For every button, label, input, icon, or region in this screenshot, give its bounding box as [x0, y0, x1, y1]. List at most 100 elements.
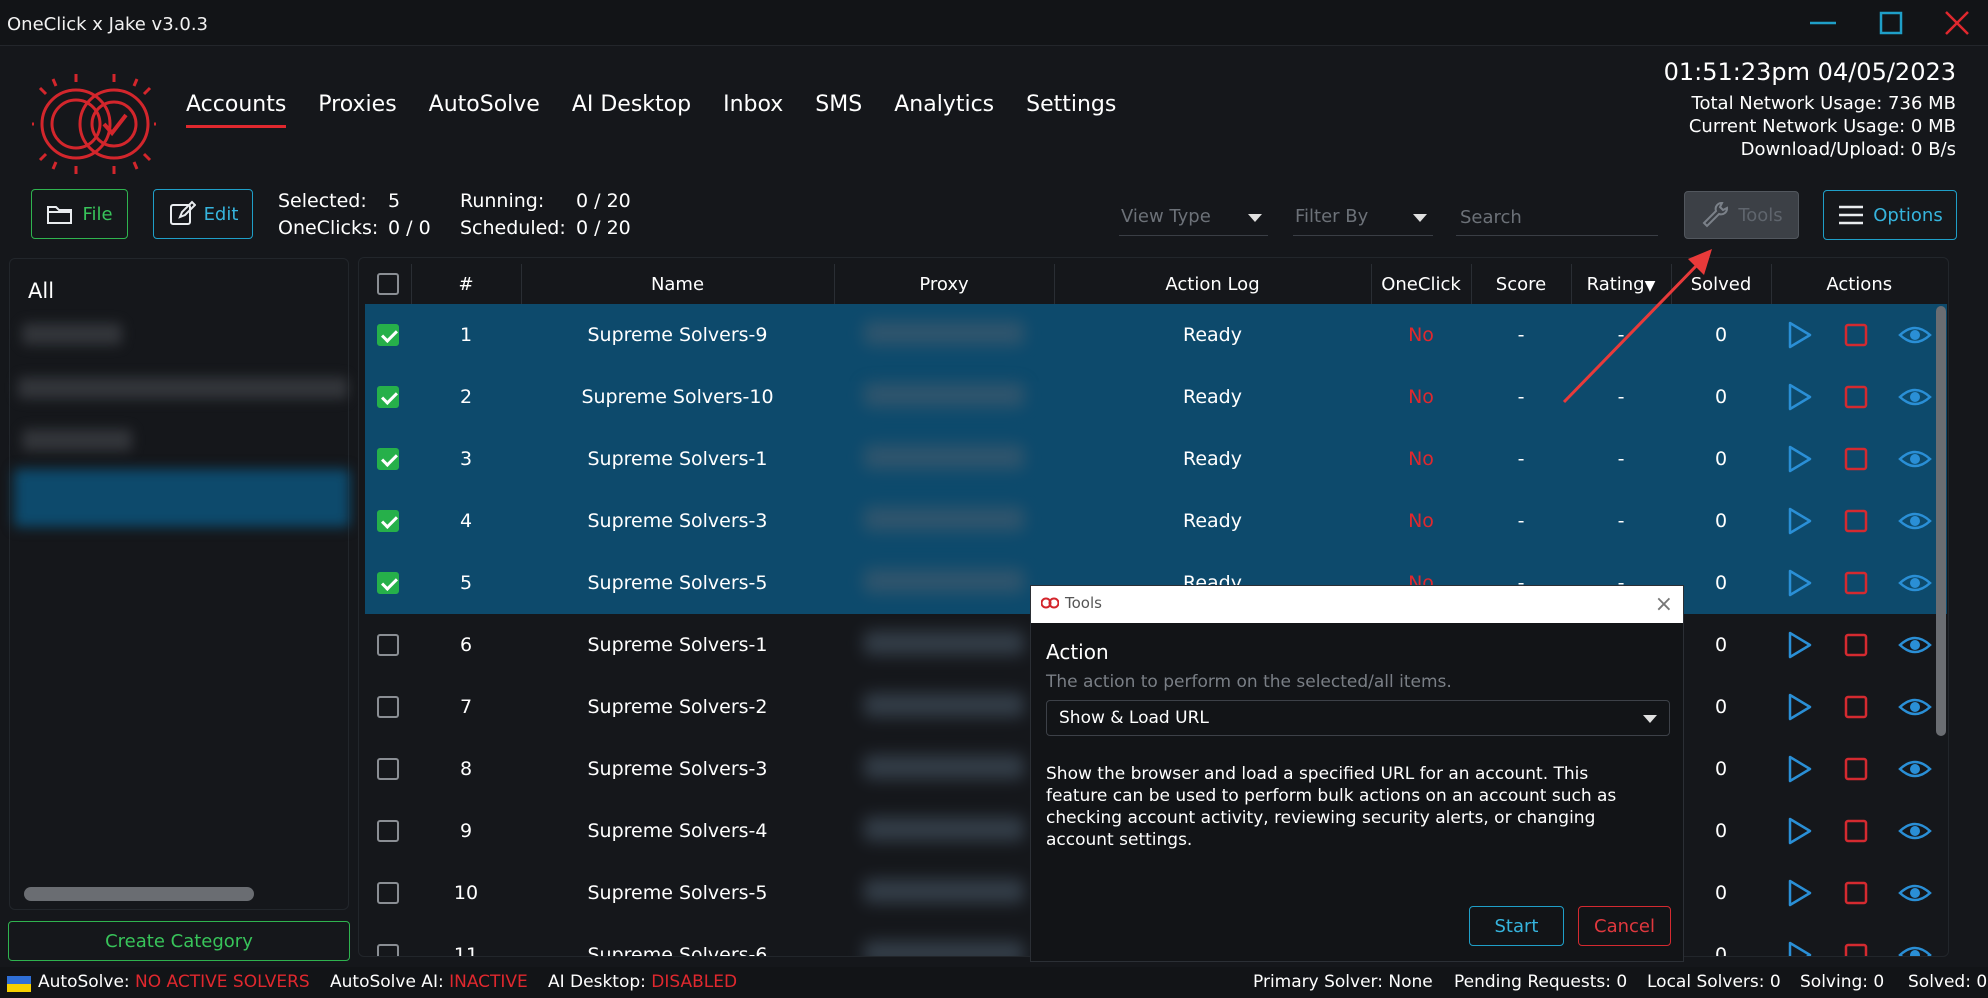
- row-checkbox[interactable]: [377, 696, 399, 718]
- column-header-solved[interactable]: Solved: [1671, 264, 1772, 304]
- nav-sms[interactable]: SMS: [815, 92, 862, 128]
- table-row[interactable]: 4 Supreme Solvers-3 Ready No - -0: [365, 490, 1947, 552]
- row-solved: 0: [1714, 758, 1728, 780]
- row-checkbox[interactable]: [377, 882, 399, 904]
- table-row[interactable]: 2 Supreme Solvers-10 Ready No - -0: [365, 366, 1947, 428]
- eye-icon[interactable]: [1898, 757, 1933, 781]
- stop-icon[interactable]: [1843, 694, 1869, 720]
- row-number: 9: [459, 820, 473, 842]
- ai-desktop-status: AI Desktop: DISABLED: [548, 972, 737, 992]
- nav-ai-desktop[interactable]: AI Desktop: [572, 92, 691, 128]
- row-select-cell: [365, 800, 411, 862]
- row-rating: -: [1571, 366, 1671, 428]
- play-icon[interactable]: [1786, 816, 1814, 846]
- play-icon[interactable]: [1786, 630, 1814, 660]
- stop-icon[interactable]: [1843, 756, 1869, 782]
- nav-autosolve[interactable]: AutoSolve: [429, 92, 540, 128]
- row-checkbox[interactable]: [377, 634, 399, 656]
- start-button[interactable]: Start: [1469, 906, 1564, 946]
- play-icon[interactable]: [1786, 382, 1814, 412]
- proxy-blurred: [864, 878, 1024, 903]
- play-icon[interactable]: [1786, 568, 1814, 598]
- row-checkbox[interactable]: [377, 448, 399, 470]
- cancel-button[interactable]: Cancel: [1578, 906, 1671, 946]
- row-select-cell: [365, 738, 411, 800]
- column-header-name[interactable]: Name: [521, 264, 835, 304]
- column-header-score[interactable]: Score: [1471, 264, 1572, 304]
- column-header-action-log[interactable]: Action Log: [1054, 264, 1372, 304]
- eye-icon[interactable]: [1898, 447, 1933, 471]
- eye-icon[interactable]: [1898, 943, 1933, 956]
- stop-icon[interactable]: [1843, 570, 1869, 596]
- play-icon[interactable]: [1786, 444, 1814, 474]
- view-type-dropdown[interactable]: View Type: [1119, 200, 1268, 236]
- table-scrollbar[interactable]: [1936, 306, 1946, 736]
- nav-inbox[interactable]: Inbox: [723, 92, 783, 128]
- app-logo: [30, 66, 158, 186]
- row-checkbox[interactable]: [377, 324, 399, 346]
- eye-icon[interactable]: [1898, 385, 1933, 409]
- play-icon[interactable]: [1786, 940, 1814, 956]
- row-checkbox[interactable]: [377, 386, 399, 408]
- category-item-blurred[interactable]: [18, 377, 348, 399]
- play-icon[interactable]: [1786, 692, 1814, 722]
- row-select-cell: [365, 676, 411, 738]
- play-icon[interactable]: [1786, 320, 1814, 350]
- eye-icon[interactable]: [1898, 571, 1933, 595]
- minimize-button[interactable]: [1808, 8, 1838, 38]
- row-checkbox[interactable]: [377, 944, 399, 956]
- search-input[interactable]: [1456, 200, 1658, 236]
- column-header-oneclick[interactable]: OneClick: [1371, 264, 1472, 304]
- stop-icon[interactable]: [1843, 942, 1869, 956]
- sidebar-scrollbar[interactable]: [24, 887, 254, 901]
- category-item-blurred[interactable]: [22, 429, 132, 451]
- eye-icon[interactable]: [1898, 633, 1933, 657]
- table-row[interactable]: 3 Supreme Solvers-1 Ready No - -0: [365, 428, 1947, 490]
- column-header-proxy[interactable]: Proxy: [834, 264, 1055, 304]
- category-item-blurred[interactable]: [22, 323, 122, 345]
- row-select-cell: [365, 552, 411, 614]
- category-item-selected[interactable]: [14, 469, 350, 527]
- play-icon[interactable]: [1786, 506, 1814, 536]
- stop-icon[interactable]: [1843, 384, 1869, 410]
- stop-icon[interactable]: [1843, 322, 1869, 348]
- eye-icon[interactable]: [1898, 323, 1933, 347]
- nav-analytics[interactable]: Analytics: [894, 92, 994, 128]
- nav-accounts[interactable]: Accounts: [186, 92, 287, 128]
- options-button[interactable]: Options: [1823, 190, 1957, 240]
- row-checkbox[interactable]: [377, 758, 399, 780]
- row-checkbox[interactable]: [377, 510, 399, 532]
- column-header-actions: Actions: [1826, 273, 1893, 295]
- category-all[interactable]: All: [28, 279, 54, 303]
- nav-settings[interactable]: Settings: [1026, 92, 1116, 128]
- dialog-close-icon[interactable]: ×: [1655, 592, 1673, 617]
- nav-proxies[interactable]: Proxies: [318, 92, 396, 128]
- stop-icon[interactable]: [1843, 880, 1869, 906]
- column-header-number[interactable]: #: [411, 264, 522, 304]
- close-button[interactable]: [1942, 8, 1972, 38]
- play-icon[interactable]: [1786, 754, 1814, 784]
- file-button[interactable]: File: [31, 189, 128, 239]
- row-number: 1: [411, 304, 521, 366]
- play-icon[interactable]: [1786, 878, 1814, 908]
- eye-icon[interactable]: [1898, 695, 1933, 719]
- row-checkbox[interactable]: [377, 820, 399, 842]
- table-row[interactable]: 1 Supreme Solvers-9 Ready No - -0: [365, 304, 1947, 366]
- stop-icon[interactable]: [1843, 446, 1869, 472]
- eye-icon[interactable]: [1898, 509, 1933, 533]
- column-header-rating[interactable]: Rating▼: [1571, 264, 1672, 304]
- tools-button[interactable]: Tools: [1684, 191, 1799, 239]
- maximize-button[interactable]: [1876, 8, 1906, 38]
- action-select[interactable]: Show & Load URL: [1046, 700, 1670, 736]
- stop-icon[interactable]: [1843, 818, 1869, 844]
- select-all-checkbox[interactable]: [376, 273, 399, 295]
- row-checkbox[interactable]: [377, 572, 399, 594]
- eye-icon[interactable]: [1898, 819, 1933, 843]
- stop-icon[interactable]: [1843, 508, 1869, 534]
- filter-by-dropdown[interactable]: Filter By: [1293, 200, 1433, 236]
- create-category-button[interactable]: Create Category: [8, 921, 350, 961]
- edit-button[interactable]: Edit: [153, 189, 253, 239]
- eye-icon[interactable]: [1898, 881, 1933, 905]
- stop-icon[interactable]: [1843, 632, 1869, 658]
- maximize-icon: [1879, 11, 1903, 35]
